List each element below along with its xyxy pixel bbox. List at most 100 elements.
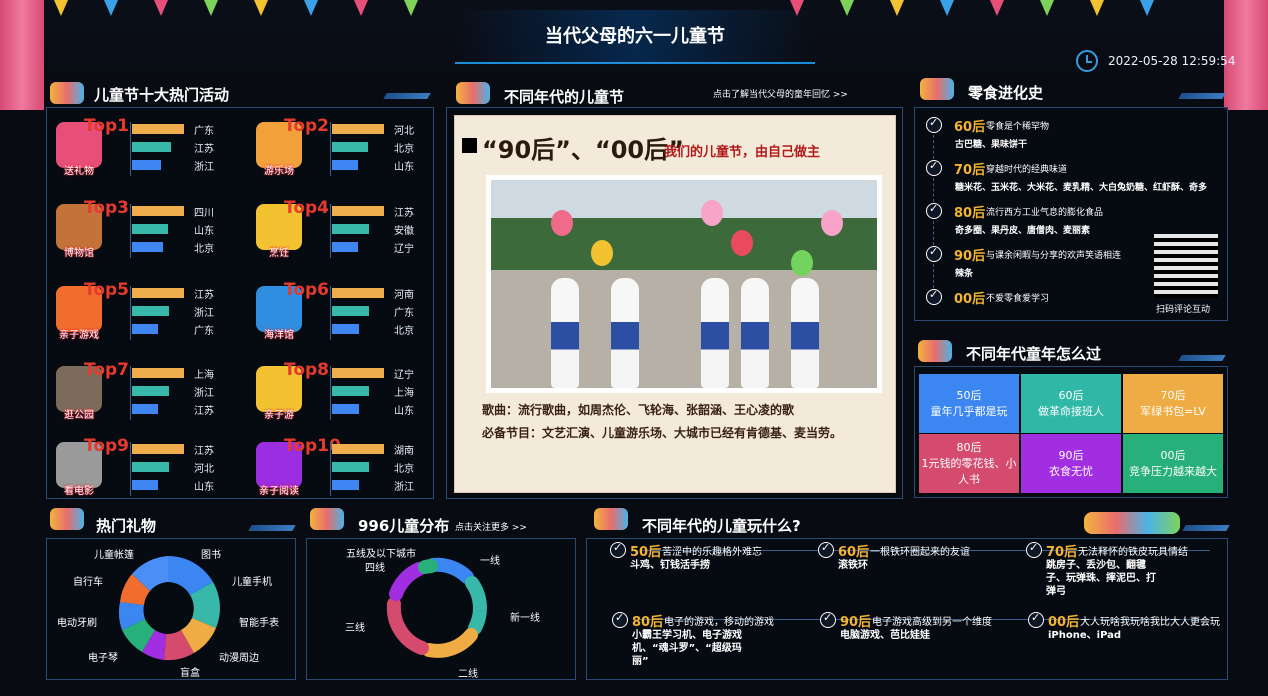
- activity-name: 亲子阅读: [259, 486, 299, 497]
- panel-title-play: 不同年代的儿童玩什么?: [642, 517, 801, 535]
- bar-axis: [330, 122, 331, 176]
- kids-icon: [456, 82, 490, 104]
- song-text: 歌曲：流行歌曲，如周杰伦、飞轮海、张韶涵、王心凌的歌: [482, 403, 795, 417]
- rank-label: Top1: [84, 116, 130, 136]
- province-bar: [332, 288, 384, 298]
- more-link[interactable]: 点击关注更多 >>: [455, 520, 527, 533]
- tile-text: 军绿书包=LV: [1140, 404, 1206, 418]
- childhood-tile[interactable]: 70后 军绿书包=LV: [1123, 374, 1223, 433]
- check-icon: [1028, 611, 1044, 628]
- snack-year: 80后: [954, 206, 986, 221]
- kids-icon: [310, 508, 344, 530]
- gift-label-anime: 动漫周边: [219, 653, 259, 664]
- gift-label-books: 图书: [201, 550, 221, 561]
- play-detail: 斗鸡、钉钱活手捞: [630, 560, 710, 571]
- province-bar: [132, 480, 158, 490]
- province-label: 浙江: [194, 388, 214, 399]
- gift-label-toothbrush: 电动牙刷: [57, 618, 97, 629]
- snack-desc: 穿越时代的经典味道: [986, 165, 1068, 175]
- play-year: 70后: [1046, 545, 1078, 560]
- snack-items: 辣条: [955, 269, 974, 279]
- rank-label: Top9: [84, 436, 130, 456]
- province-bar: [132, 224, 168, 234]
- kids-icon: [920, 78, 954, 100]
- province-bar: [132, 242, 163, 252]
- tile-year: 60后: [1058, 388, 1084, 402]
- qr-code[interactable]: [1154, 234, 1218, 298]
- snack-desc: 零食是个稀罕物: [986, 122, 1050, 132]
- childhood-tile[interactable]: 50后 童年几乎都是玩: [919, 374, 1019, 433]
- panel-title-childhood: 不同年代童年怎么过: [966, 345, 1102, 363]
- snack-year: 70后: [954, 163, 986, 178]
- province-label: 浙江: [194, 162, 214, 173]
- headline: “90后”、“00后”: [482, 136, 684, 164]
- childhood-tile[interactable]: 80后 1元钱的零花钱、小人书: [919, 434, 1019, 493]
- timeline-dash: [933, 135, 935, 159]
- play-year: 80后: [632, 615, 664, 630]
- check-icon: [612, 611, 628, 628]
- datetime: 2022-05-28 12:59:54: [1108, 54, 1236, 68]
- dist-label-tier5: 五线及以下城市: [346, 549, 416, 560]
- province-bar: [132, 404, 158, 414]
- province-label: 山东: [194, 226, 214, 237]
- rank-label: Top2: [284, 116, 330, 136]
- province-label: 北京: [394, 144, 414, 155]
- province-label: 四川: [194, 208, 214, 219]
- province-bar: [332, 242, 358, 252]
- memory-link[interactable]: 点击了解当代父母的童年回忆 >>: [713, 87, 848, 100]
- panel-title-eras: 不同年代的儿童节: [504, 88, 625, 106]
- play-year: 90后: [840, 615, 872, 630]
- check-icon: [820, 611, 836, 628]
- province-label: 安徽: [394, 226, 414, 237]
- tile-year: 90后: [1058, 448, 1084, 462]
- childhood-tile[interactable]: 00后 竞争压力越来越大: [1123, 434, 1223, 493]
- gift-label-blindbox: 盲盒: [180, 668, 200, 679]
- gift-label-tent: 儿童帐篷: [94, 550, 134, 561]
- play-desc: 电子的游戏，移动的游戏: [664, 617, 774, 628]
- bunting-left: [44, 0, 464, 26]
- province-label: 上海: [394, 388, 414, 399]
- play-detail: 电脑游戏、芭比娃娃: [840, 630, 930, 641]
- province-label: 上海: [194, 370, 214, 381]
- province-label: 江苏: [394, 208, 414, 219]
- province-bar: [132, 206, 184, 216]
- tile-text: 竞争压力越来越大: [1129, 464, 1217, 478]
- kids-row-icon: [1084, 512, 1180, 534]
- bar-axis: [130, 442, 131, 496]
- province-label: 山东: [394, 406, 414, 417]
- children-photo: [486, 175, 882, 393]
- province-bar: [132, 444, 184, 454]
- province-bar: [132, 124, 184, 134]
- activity-name: 逛公园: [64, 410, 94, 421]
- play-desc: 一根铁环圈起来的友谊: [870, 547, 970, 558]
- kids-icon: [918, 340, 952, 362]
- province-bar: [332, 160, 358, 170]
- province-bar: [132, 462, 169, 472]
- rank-label: Top6: [284, 280, 330, 300]
- panel-title-activities: 儿童节十大热门活动: [94, 86, 230, 104]
- bar-axis: [330, 286, 331, 340]
- province-bar: [132, 288, 184, 298]
- province-label: 浙江: [194, 308, 214, 319]
- childhood-tile[interactable]: 60后 做革命接班人: [1021, 374, 1121, 433]
- page-title: 当代父母的六一儿童节: [545, 26, 725, 47]
- province-bar: [332, 224, 369, 234]
- dist-label-tier4: 四线: [365, 563, 385, 574]
- province-label: 河北: [394, 126, 414, 137]
- rank-label: Top7: [84, 360, 130, 380]
- play-desc: 苦涩中的乐趣格外难忘: [662, 547, 762, 558]
- kids-icon: [50, 82, 84, 104]
- province-label: 江苏: [194, 144, 214, 155]
- province-label: 江苏: [194, 446, 214, 457]
- snack-items: 古巴糖、果味饼干: [955, 140, 1028, 150]
- check-icon: [926, 159, 942, 176]
- province-bar: [132, 160, 161, 170]
- title-accent: [1182, 525, 1230, 531]
- province-bar: [132, 142, 171, 152]
- childhood-tile[interactable]: 90后 衣食无忧: [1021, 434, 1121, 493]
- province-label: 辽宁: [394, 244, 414, 255]
- gift-label-keyboard: 电子琴: [88, 653, 118, 664]
- play-year: 50后: [630, 545, 662, 560]
- panel-title-gifts: 热门礼物: [96, 517, 157, 535]
- province-label: 河南: [394, 290, 414, 301]
